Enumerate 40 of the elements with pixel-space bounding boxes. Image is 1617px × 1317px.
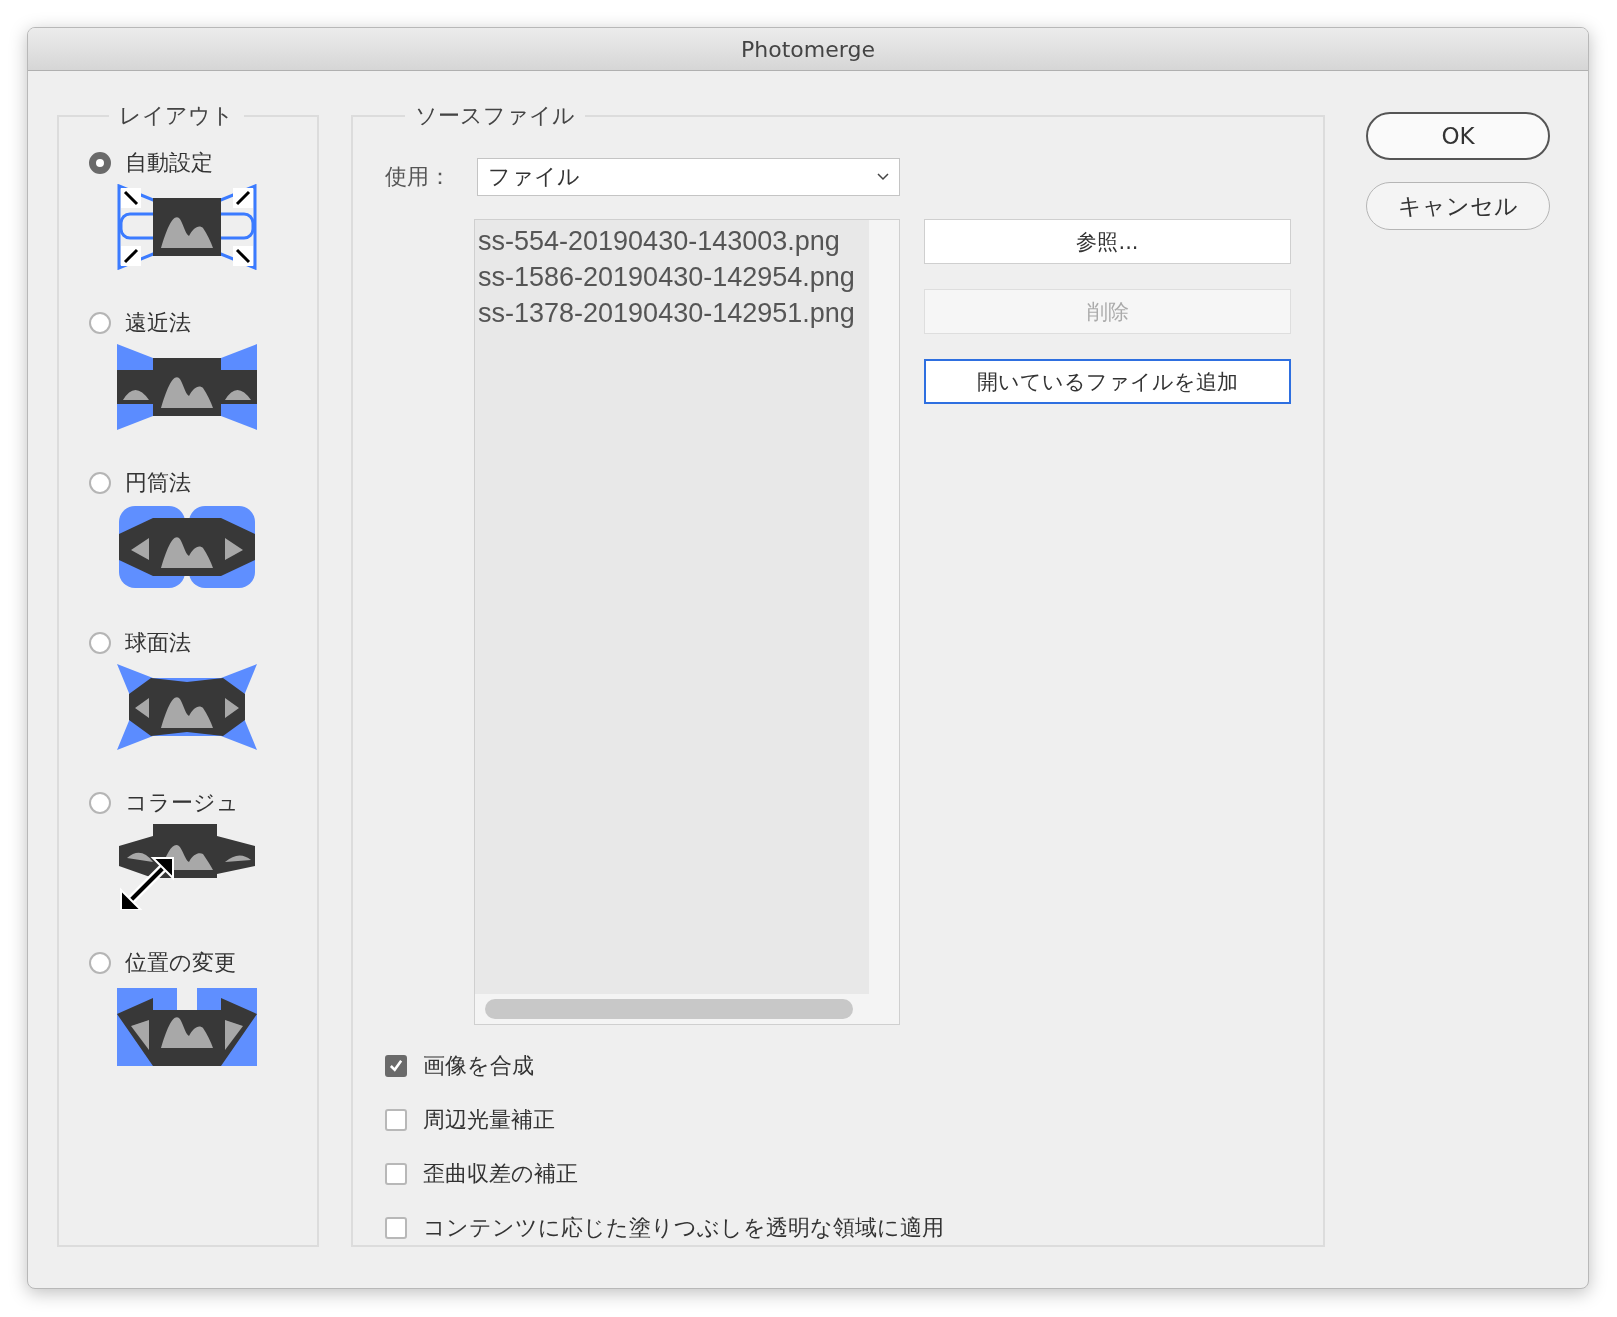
checkbox-label[interactable]: 歪曲収差の補正 xyxy=(423,1158,578,1189)
group-legend: レイアウト xyxy=(109,101,244,131)
scrollbar-thumb[interactable] xyxy=(485,999,853,1019)
radio-label[interactable]: 円筒法 xyxy=(125,468,191,498)
radio-label[interactable]: 位置の変更 xyxy=(125,948,236,978)
radio-label[interactable]: コラージュ xyxy=(125,788,239,818)
radio-label[interactable]: 遠近法 xyxy=(125,308,191,338)
checkbox[interactable] xyxy=(385,1054,407,1077)
file-list[interactable]: ss-554-20190430-143003.png ss-1586-20190430-142954.png ss-1378-20190430-142951.png xyxy=(474,219,900,1025)
radio-button[interactable] xyxy=(89,792,111,814)
file-list-item[interactable]: ss-554-20190430-143003.png xyxy=(475,226,869,262)
window-title: Photomerge xyxy=(741,36,875,62)
file-list-item[interactable]: ss-1378-20190430-142951.png xyxy=(475,298,869,334)
chevron-down-icon xyxy=(877,173,889,181)
spherical-layout-icon[interactable] xyxy=(117,664,257,750)
radio-button[interactable] xyxy=(89,952,111,974)
checkbox-label[interactable]: 画像を合成 xyxy=(423,1050,534,1081)
radio-button[interactable] xyxy=(89,152,111,174)
group-legend: ソースファイル xyxy=(405,101,585,131)
use-dropdown[interactable]: ファイル xyxy=(477,158,900,196)
radio-button[interactable] xyxy=(89,472,111,494)
cylindrical-layout-icon[interactable] xyxy=(117,504,257,590)
checkbox-label[interactable]: 周辺光量補正 xyxy=(423,1104,555,1135)
checkbox[interactable] xyxy=(385,1216,407,1239)
source-button[interactable]: 参照... xyxy=(924,219,1291,264)
use-label: 使用： xyxy=(385,163,451,191)
checkbox[interactable] xyxy=(385,1108,407,1131)
source-button[interactable]: 開いているファイルを追加 xyxy=(924,359,1291,404)
checkbox[interactable] xyxy=(385,1162,407,1185)
dialog-button[interactable]: キャンセル xyxy=(1366,182,1550,230)
collage-layout-icon[interactable] xyxy=(117,824,257,910)
radio-button[interactable] xyxy=(89,632,111,654)
checkbox-label[interactable]: コンテンツに応じた塗りつぶしを透明な領域に適用 xyxy=(423,1212,944,1243)
radio-label[interactable]: 自動設定 xyxy=(125,148,213,178)
perspective-layout-icon[interactable] xyxy=(117,344,257,430)
file-list-item[interactable]: ss-1586-20190430-142954.png xyxy=(475,262,869,298)
radio-button[interactable] xyxy=(89,312,111,334)
auto-layout-icon[interactable] xyxy=(117,184,257,270)
radio-label[interactable]: 球面法 xyxy=(125,628,191,658)
dialog-button[interactable]: OK xyxy=(1366,112,1550,160)
